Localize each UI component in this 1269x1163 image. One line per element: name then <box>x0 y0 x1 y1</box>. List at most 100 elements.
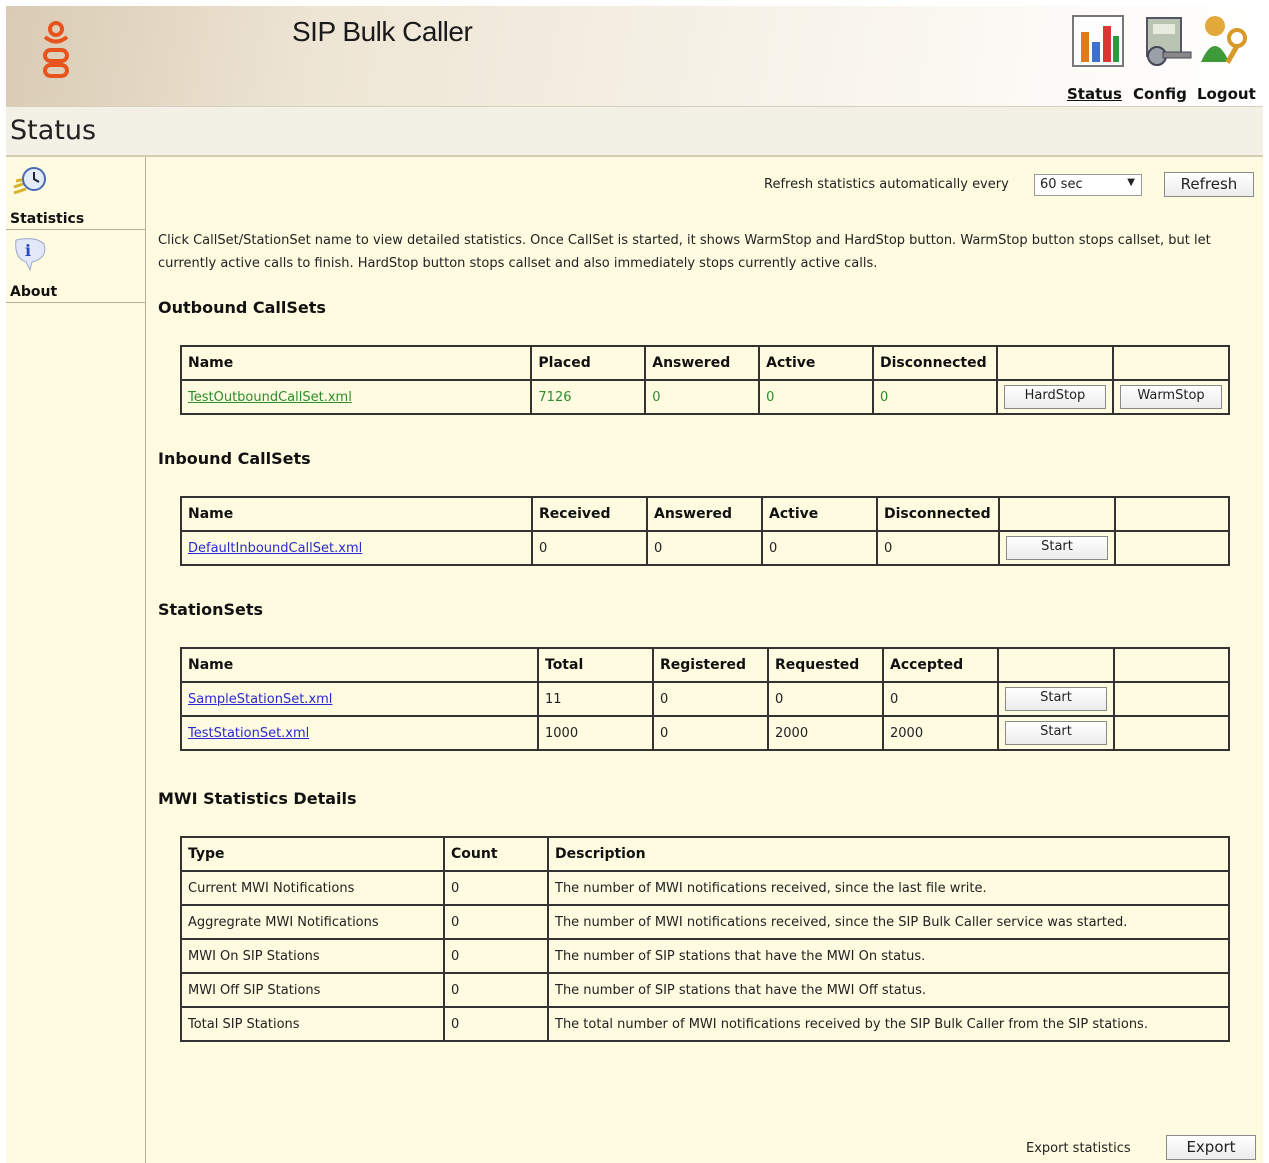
col-header: Requested <box>767 647 884 683</box>
disconnected-cell: 0 <box>876 530 1000 566</box>
start-button[interactable]: Start <box>1006 536 1108 560</box>
count-cell: 0 <box>443 938 549 974</box>
stationsets-section-title: StationSets <box>158 600 264 619</box>
col-header: Active <box>758 345 874 381</box>
mwi-statistics-table: Type Count Description Current MWI Notif… <box>180 836 1230 1042</box>
col-header: Total <box>537 647 654 683</box>
info-text: Click CallSet/StationSet name to view de… <box>158 233 1211 271</box>
empty-header <box>997 647 1115 683</box>
empty-cell <box>1113 681 1230 717</box>
accepted-cell: 0 <box>882 681 999 717</box>
info-icon: i <box>15 238 46 272</box>
count-cell: 0 <box>443 870 549 906</box>
requested-cell: 2000 <box>767 715 884 751</box>
inbound-section-title: Inbound CallSets <box>158 449 311 468</box>
dropdown-arrow-icon: ▼ <box>1127 177 1135 188</box>
refresh-label: Refresh statistics automatically every <box>764 177 1009 192</box>
logout-person-key-icon[interactable] <box>1197 12 1253 70</box>
disconnected-cell: 0 <box>871 379 998 415</box>
app-header: SIP Bulk Caller Status Config Logout <box>6 6 1263 107</box>
export-button[interactable]: Export <box>1166 1135 1256 1160</box>
empty-header <box>1112 345 1230 381</box>
total-cell: 11 <box>537 681 654 717</box>
empty-cell <box>1114 530 1230 566</box>
refresh-controls: Refresh statistics automatically every 6… <box>738 171 1258 197</box>
callset-link[interactable]: TestOutboundCallSet.xml <box>188 390 352 405</box>
nav-config-link[interactable]: Config <box>1133 85 1187 103</box>
sidebar: Statistics i About <box>6 157 146 1163</box>
col-header: Accepted <box>882 647 999 683</box>
refresh-button[interactable]: Refresh <box>1164 172 1254 197</box>
top-nav: Status Config Logout <box>1067 12 1263 103</box>
table-row: Total SIP Stations 0 The total number of… <box>180 1006 1230 1042</box>
description-cell: The number of MWI notifications received… <box>547 870 1230 906</box>
table-row: SampleStationSet.xml 11 0 0 0 Start <box>180 681 1230 717</box>
callset-link[interactable]: DefaultInboundCallSet.xml <box>188 541 362 556</box>
total-cell: 1000 <box>537 715 654 751</box>
refresh-interval-select[interactable]: 60 sec ▼ <box>1034 174 1142 196</box>
nav-logout-link[interactable]: Logout <box>1197 85 1256 103</box>
table-row: Aggregrate MWI Notifications 0 The numbe… <box>180 904 1230 940</box>
answered-cell: 0 <box>646 530 763 566</box>
col-header: Placed <box>530 345 647 381</box>
table-row: TestStationSet.xml 1000 0 2000 2000 Star… <box>180 715 1230 751</box>
col-header: Registered <box>652 647 769 683</box>
start-button[interactable]: Start <box>1005 687 1107 711</box>
description-cell: The number of SIP stations that have the… <box>547 938 1230 974</box>
received-cell: 0 <box>531 530 648 566</box>
sidebar-item-statistics[interactable]: Statistics <box>6 157 145 230</box>
col-header: Answered <box>646 496 763 532</box>
col-header: Description <box>547 836 1230 872</box>
registered-cell: 0 <box>652 715 769 751</box>
table-row: MWI Off SIP Stations 0 The number of SIP… <box>180 972 1230 1008</box>
col-header: Received <box>531 496 648 532</box>
table-row: TestOutboundCallSet.xml 7126 0 0 0 HardS… <box>179 379 1230 415</box>
col-header: Name <box>179 345 533 381</box>
app-title: SIP Bulk Caller <box>292 16 473 47</box>
empty-header <box>995 345 1115 381</box>
start-button[interactable]: Start <box>1005 721 1107 745</box>
accepted-cell: 2000 <box>882 715 999 751</box>
description-cell: The total number of MWI notifications re… <box>547 1006 1230 1042</box>
page-title: Status <box>10 115 97 146</box>
stationset-link[interactable]: TestStationSet.xml <box>188 726 309 741</box>
col-header: Active <box>761 496 878 532</box>
sidebar-item-label: About <box>10 284 58 300</box>
inbound-callsets-table: Name Received Answered Active Disconnect… <box>180 496 1230 566</box>
description-cell: The number of SIP stations that have the… <box>547 972 1230 1008</box>
active-cell: 0 <box>758 379 874 415</box>
active-cell: 0 <box>761 530 878 566</box>
registered-cell: 0 <box>652 681 769 717</box>
col-header: Name <box>180 496 533 532</box>
outbound-section-title: Outbound CallSets <box>158 298 326 317</box>
col-header: Answered <box>644 345 761 381</box>
placed-cell: 7126 <box>530 379 647 415</box>
col-header: Disconnected <box>876 496 1000 532</box>
sidebar-item-about[interactable]: i About <box>6 230 145 303</box>
main-content: Refresh statistics automatically every 6… <box>158 157 1258 1163</box>
bar-chart-icon[interactable] <box>1071 12 1127 70</box>
type-cell: Aggregrate MWI Notifications <box>180 904 445 940</box>
col-header: Type <box>180 836 445 872</box>
nav-status-link[interactable]: Status <box>1067 85 1122 103</box>
stationset-link[interactable]: SampleStationSet.xml <box>188 692 332 707</box>
sidebar-item-label: Statistics <box>10 211 85 227</box>
outbound-callsets-table: Name Placed Answered Active Disconnected… <box>179 345 1230 415</box>
empty-header <box>1113 647 1230 683</box>
table-row: Current MWI Notifications 0 The number o… <box>180 870 1230 906</box>
requested-cell: 0 <box>767 681 884 717</box>
col-header: Disconnected <box>871 345 998 381</box>
type-cell: MWI On SIP Stations <box>180 938 445 974</box>
type-cell: Current MWI Notifications <box>180 870 445 906</box>
col-header: Count <box>443 836 549 872</box>
genesys-logo-icon <box>43 21 69 78</box>
warmstop-button[interactable]: WarmStop <box>1120 385 1222 409</box>
table-row: MWI On SIP Stations 0 The number of SIP … <box>180 938 1230 974</box>
hardstop-button[interactable]: HardStop <box>1003 385 1106 409</box>
config-tools-icon[interactable] <box>1137 12 1193 70</box>
clock-icon <box>13 167 46 195</box>
stationsets-table: Name Total Registered Requested Accepted… <box>180 647 1230 751</box>
type-cell: MWI Off SIP Stations <box>180 972 445 1008</box>
col-header: Name <box>180 647 539 683</box>
export-label: Export statistics <box>1026 1141 1131 1156</box>
